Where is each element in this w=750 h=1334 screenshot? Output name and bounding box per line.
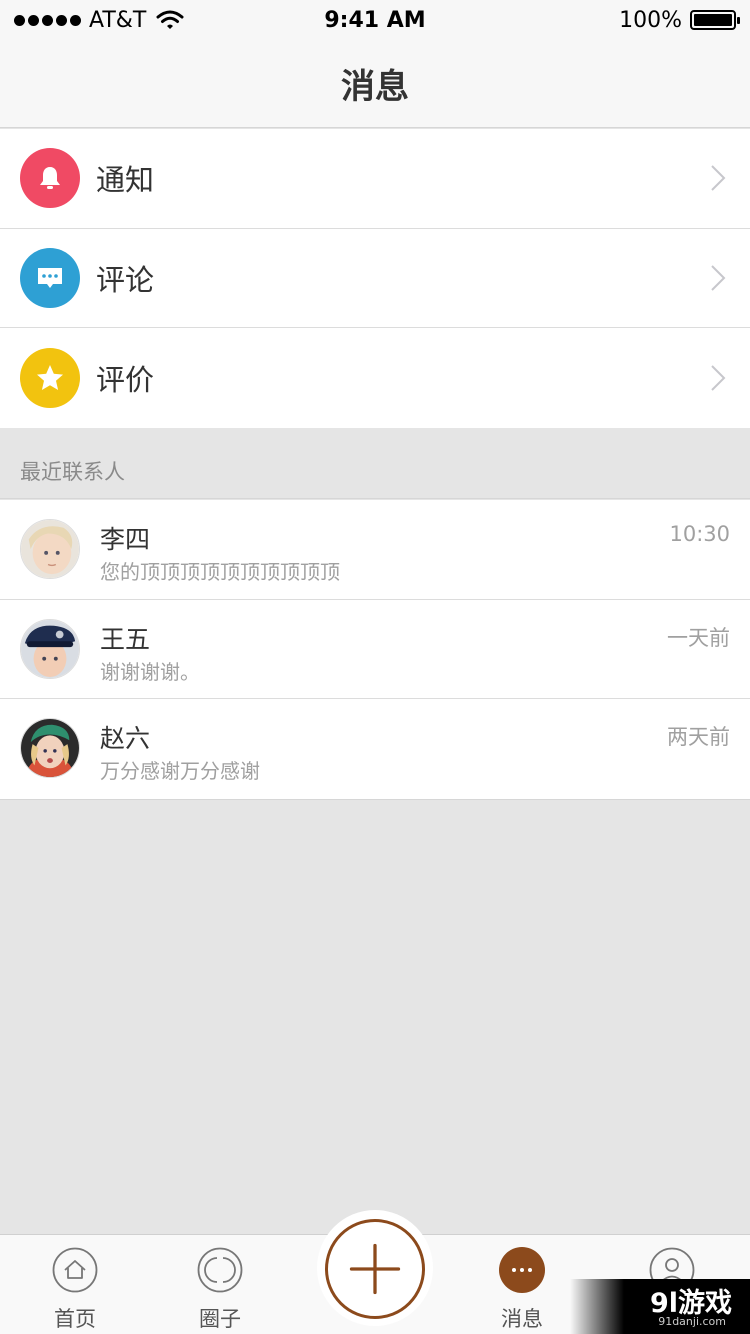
contact-row[interactable]: 赵六 万分感谢万分感谢 两天前 (0, 699, 750, 799)
status-bar: AT&T 9:41 AM 100% (0, 0, 750, 40)
message-category-list: 通知 评论 评价 (0, 129, 750, 428)
menu-label-notifications: 通知 (96, 163, 155, 198)
avatar (20, 519, 80, 579)
contact-name: 赵六 (100, 724, 151, 753)
contact-time: 10:30 (669, 522, 730, 546)
contact-name: 李四 (100, 525, 151, 554)
battery-percent: 100% (619, 7, 682, 33)
contact-last-message: 万分感谢万分感谢 (100, 759, 260, 783)
contact-last-message: 您的顶顶顶顶顶顶顶顶顶顶 (100, 560, 340, 584)
tab-label-circle: 圈子 (199, 1307, 241, 1331)
add-icon (349, 1243, 401, 1295)
signal-strength-icon (14, 14, 81, 26)
chevron-right-icon (711, 265, 726, 291)
section-title: 最近联系人 (20, 460, 125, 484)
bell-icon (20, 148, 80, 209)
contact-time: 一天前 (667, 625, 730, 650)
tab-circle[interactable]: 圈子 (145, 1235, 295, 1334)
page-title: 消息 (341, 67, 409, 107)
tab-label-home: 首页 (54, 1307, 96, 1331)
home-icon (52, 1247, 98, 1293)
menu-item-comments[interactable]: 评论 (0, 229, 750, 328)
comment-icon (20, 247, 80, 308)
contact-last-message: 谢谢谢谢。 (100, 659, 200, 684)
menu-label-ratings: 评价 (96, 362, 155, 397)
watermark: 9l游戏 91danji.com (570, 1279, 750, 1334)
chevron-right-icon (711, 365, 726, 391)
message-icon (499, 1247, 545, 1293)
menu-item-notifications[interactable]: 通知 (0, 129, 750, 229)
battery-icon (690, 10, 740, 30)
menu-item-ratings[interactable]: 评价 (0, 328, 750, 428)
menu-label-comments: 评论 (96, 262, 155, 297)
tab-home[interactable]: 首页 (0, 1235, 150, 1334)
contact-time: 两天前 (667, 725, 730, 749)
recent-contacts-list: 李四 您的顶顶顶顶顶顶顶顶顶顶 10:30 王五 谢谢谢谢。 一天前 赵六 万分… (0, 500, 750, 800)
contact-row[interactable]: 王五 谢谢谢谢。 一天前 (0, 600, 750, 699)
carrier-name: AT&T (89, 7, 147, 33)
add-button[interactable] (325, 1219, 425, 1319)
navigation-bar: 消息 (0, 40, 750, 128)
avatar (20, 618, 80, 679)
recent-contacts-header: 最近联系人 (0, 429, 750, 499)
contact-name: 王五 (100, 624, 151, 654)
star-icon (20, 347, 80, 408)
wifi-icon (156, 10, 184, 29)
chevron-right-icon (711, 165, 726, 191)
circle-icon (197, 1247, 243, 1293)
watermark-url: 91danji.com (658, 1315, 726, 1328)
avatar (20, 718, 80, 778)
contact-row[interactable]: 李四 您的顶顶顶顶顶顶顶顶顶顶 10:30 (0, 500, 750, 600)
